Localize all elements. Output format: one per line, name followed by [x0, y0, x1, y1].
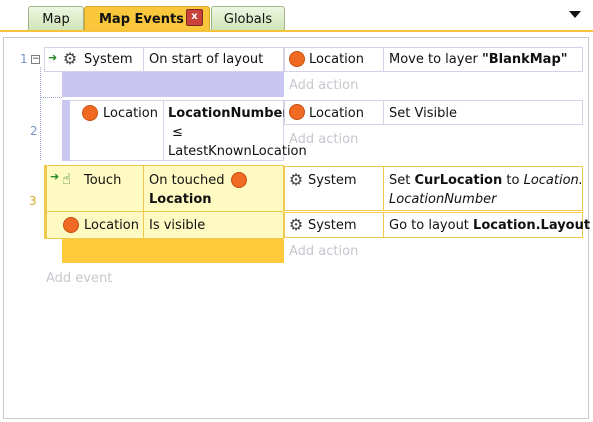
divider — [143, 47, 144, 72]
condition-object[interactable]: Location — [84, 218, 139, 233]
action-text-variable: CurLocation — [414, 173, 503, 188]
action-text[interactable]: Move to layer "BlankMap" — [389, 52, 568, 67]
hand-icon: ☝ — [62, 170, 72, 188]
condition-operator: ≤ — [172, 125, 183, 140]
action-object[interactable]: Location — [309, 52, 364, 67]
gear-icon: ⚙ — [288, 170, 304, 189]
divider — [383, 166, 384, 211]
divider — [143, 165, 144, 211]
event-number: 2 — [30, 124, 38, 138]
tab-globals[interactable]: Globals — [211, 6, 285, 31]
add-action-link[interactable]: Add action — [289, 78, 358, 93]
action-object[interactable]: System — [308, 218, 356, 233]
action-text[interactable]: Go to layout Location.Layout — [389, 218, 590, 233]
action-text-expr-2[interactable]: LocationNumber — [389, 192, 496, 207]
trigger-arrow-icon: ➜ — [50, 170, 60, 183]
tab-map[interactable]: Map — [28, 6, 84, 31]
location-object-icon — [63, 217, 79, 233]
tab-map-label: Map — [42, 11, 70, 27]
divider — [143, 211, 144, 239]
condition-text[interactable]: On touched — [149, 173, 225, 188]
tab-globals-label: Globals — [223, 11, 273, 27]
condition-variable[interactable]: LocationNumber — [168, 106, 289, 121]
tab-map-events-label: Map Events — [99, 12, 184, 27]
action-text-plain: Move to layer — [389, 52, 482, 67]
trigger-arrow-icon: ➜ — [48, 51, 58, 64]
action-object[interactable]: Location — [309, 106, 364, 121]
selection-marker — [44, 165, 47, 239]
condition-text[interactable]: Is visible — [149, 218, 205, 233]
event-1-block[interactable] — [62, 72, 284, 97]
event-3-block[interactable] — [62, 239, 284, 263]
action-text-param: "BlankMap" — [481, 52, 568, 67]
divider — [44, 211, 284, 212]
divider — [383, 100, 384, 125]
close-icon: x — [191, 11, 198, 22]
action-text-plain: Set — [389, 173, 415, 188]
condition-object[interactable]: Touch — [84, 173, 121, 188]
action-text-expr: Location. — [523, 173, 583, 188]
condition-object[interactable]: System — [84, 52, 132, 67]
tree-line — [40, 97, 62, 98]
action-text-to: to — [502, 173, 524, 188]
gear-icon: ⚙ — [288, 215, 304, 234]
event-number: 1 — [20, 52, 28, 66]
close-tab-button[interactable]: x — [186, 9, 203, 26]
action-text-plain: Go to layout — [389, 218, 474, 233]
divider — [383, 212, 384, 238]
collapse-minus-icon[interactable]: − — [31, 55, 40, 64]
action-text-param: Location.Layout — [473, 218, 591, 233]
condition-param[interactable]: Location — [149, 192, 212, 207]
event-2-block[interactable] — [62, 100, 70, 161]
location-object-icon — [231, 172, 247, 188]
condition-object[interactable]: Location — [103, 106, 158, 121]
action-text[interactable]: Set Visible — [389, 106, 457, 121]
event-number: 3 — [29, 194, 37, 208]
location-object-icon — [82, 105, 98, 121]
add-event-link[interactable]: Add event — [46, 271, 112, 286]
tab-bar: Map Map Events x Globals — [0, 0, 593, 32]
condition-text[interactable]: On start of layout — [149, 52, 263, 67]
condition-value[interactable]: LatestKnownLocation — [168, 144, 307, 159]
tab-underline — [0, 30, 593, 32]
action-text[interactable]: Set CurLocation to Location. — [389, 173, 583, 188]
add-action-link[interactable]: Add action — [289, 132, 358, 147]
location-object-icon — [289, 51, 305, 67]
divider — [383, 47, 384, 72]
tree-line — [40, 67, 41, 160]
tab-menu-dropdown-icon[interactable] — [569, 11, 581, 18]
action-object[interactable]: System — [308, 173, 356, 188]
location-object-icon — [289, 104, 305, 120]
gear-icon: ⚙ — [62, 49, 78, 68]
add-action-link[interactable]: Add action — [289, 244, 358, 259]
divider — [163, 100, 164, 161]
